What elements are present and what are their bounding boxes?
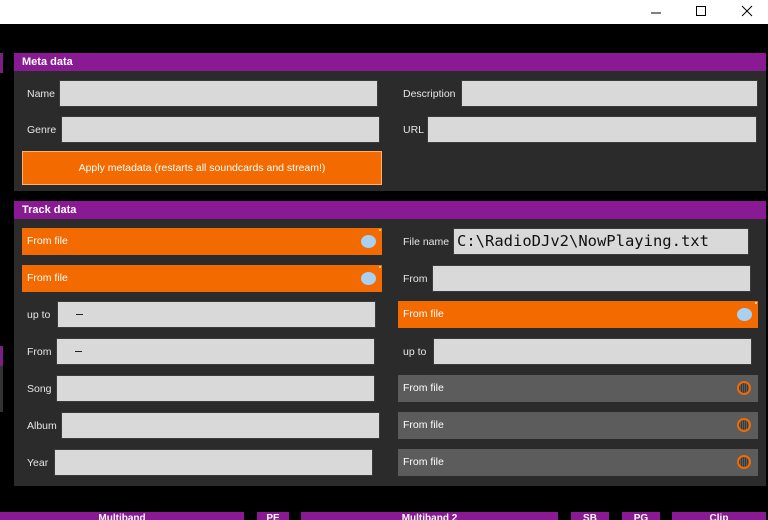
source-toggle-label: From file — [27, 235, 68, 247]
album-field[interactable] — [61, 412, 380, 439]
song-field[interactable] — [56, 375, 375, 402]
window-titlebar — [0, 0, 768, 24]
source-toggle-button[interactable]: From file — [398, 301, 758, 328]
from-field[interactable] — [432, 265, 751, 292]
toggle-on-icon — [361, 272, 376, 285]
up-to-field[interactable] — [57, 301, 376, 328]
genre-label: Genre — [27, 124, 57, 136]
tab-multiband[interactable]: Multiband — [0, 512, 244, 520]
source-toggle-label: From file — [403, 419, 444, 431]
from-label: From — [403, 273, 428, 285]
url-label: URL — [403, 124, 425, 136]
toggle-off-icon — [737, 381, 751, 395]
description-field[interactable] — [461, 80, 758, 107]
close-icon — [741, 5, 753, 17]
side-edge-marker — [0, 366, 3, 412]
source-toggle-button[interactable]: From file — [398, 375, 758, 402]
year-label: Year — [27, 457, 49, 469]
tab-sb[interactable]: SB — [571, 512, 609, 520]
source-toggle-label: From file — [27, 272, 68, 284]
source-toggle-button[interactable]: From file — [22, 228, 382, 255]
meta-data-header: Meta data — [14, 53, 766, 71]
tab-clip[interactable]: Clip — [672, 512, 766, 520]
toggle-on-icon — [737, 308, 752, 321]
source-toggle-button[interactable]: From file — [398, 412, 758, 439]
meta-data-panel: Meta data Name Description Genre URL App… — [14, 53, 766, 191]
side-edge-marker — [0, 346, 3, 366]
from-field[interactable] — [56, 338, 375, 365]
track-data-panel: Track data From file File name C:\RadioD… — [14, 201, 766, 486]
source-toggle-label: From file — [403, 382, 444, 394]
tab-pg[interactable]: PG — [622, 512, 660, 520]
toggle-off-icon — [737, 418, 751, 432]
name-field[interactable] — [59, 80, 378, 107]
source-toggle-label: From file — [403, 308, 444, 320]
tab-pe[interactable]: PE — [257, 512, 289, 520]
track-data-header: Track data — [14, 201, 766, 219]
maximize-button[interactable] — [678, 0, 724, 22]
minimize-button[interactable] — [633, 0, 679, 22]
source-toggle-button[interactable]: From file — [398, 449, 758, 476]
file-name-label: File name — [403, 236, 450, 248]
file-name-field[interactable]: C:\RadioDJv2\NowPlaying.txt — [453, 228, 749, 255]
genre-field[interactable] — [61, 116, 380, 143]
up-to-label: up to — [403, 346, 427, 358]
year-field[interactable] — [54, 449, 373, 476]
minimize-icon — [651, 12, 661, 14]
song-label: Song — [27, 383, 52, 395]
name-label: Name — [27, 88, 56, 100]
side-edge-marker — [0, 53, 3, 73]
toggle-off-icon — [737, 455, 751, 469]
maximize-icon — [696, 6, 706, 16]
description-label: Description — [403, 88, 456, 100]
url-field[interactable] — [427, 116, 757, 143]
tab-multiband-2[interactable]: Multiband 2 — [301, 512, 558, 520]
up-to-label: up to — [27, 309, 51, 321]
source-toggle-label: From file — [403, 456, 444, 468]
from-label: From — [27, 346, 52, 358]
album-label: Album — [27, 420, 57, 432]
toggle-on-icon — [361, 235, 376, 248]
apply-metadata-button[interactable]: Apply metadata (restarts all soundcards … — [22, 151, 382, 185]
source-toggle-button[interactable]: From file — [22, 265, 382, 292]
close-button[interactable] — [724, 0, 768, 22]
up-to-field[interactable] — [433, 338, 752, 365]
